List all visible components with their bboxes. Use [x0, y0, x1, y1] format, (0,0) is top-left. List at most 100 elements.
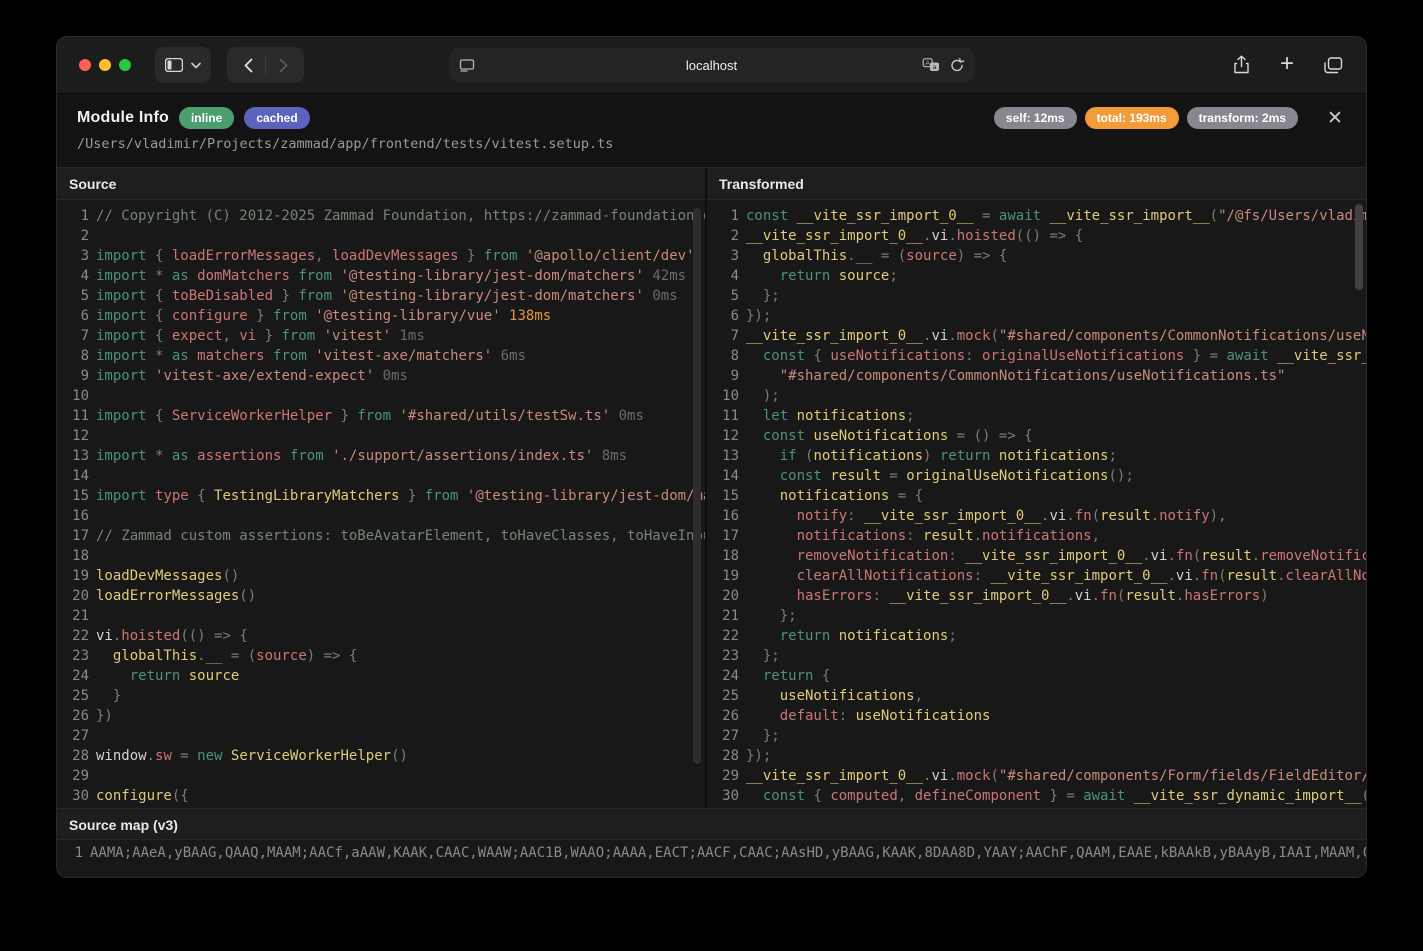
code-line: 13import * as assertions from './support…	[57, 446, 705, 466]
code-line: 25 }	[57, 686, 705, 706]
transformed-pane-title: Transformed	[707, 168, 1366, 200]
code-line: 12 const useNotifications = () => {	[707, 426, 1366, 446]
url-text: localhost	[449, 58, 974, 73]
code-line: 4 return source;	[707, 266, 1366, 286]
code-line: 30configure({	[57, 786, 705, 806]
code-line: 2	[57, 226, 705, 246]
code-line: 1const __vite_ssr_import_0__ = await __v…	[707, 206, 1366, 226]
code-line: 8 const { useNotifications: originalUseN…	[707, 346, 1366, 366]
code-line: 22 return notifications;	[707, 626, 1366, 646]
code-line: 1AAMA;AAeA,yBAAG,QAAQ,MAAM;AACf,aAAW,KAA…	[57, 840, 1366, 866]
code-line: 7import { expect, vi } from 'vitest' 1ms	[57, 326, 705, 346]
code-line: 6import { configure } from '@testing-lib…	[57, 306, 705, 326]
code-line: 11 let notifications;	[707, 406, 1366, 426]
code-line: 10	[57, 386, 705, 406]
code-line: 6});	[707, 306, 1366, 326]
tab-overview-button[interactable]	[1318, 50, 1348, 80]
code-line: 16 notify: __vite_ssr_import_0__.vi.fn(r…	[707, 506, 1366, 526]
code-line: 19loadDevMessages()	[57, 566, 705, 586]
code-line: 20loadErrorMessages()	[57, 586, 705, 606]
code-line: 17// Zammad custom assertions: toBeAvata…	[57, 526, 705, 546]
inline-badge: inline	[179, 107, 234, 129]
code-line: 29__vite_ssr_import_0__.vi.mock("#shared…	[707, 766, 1366, 786]
code-line: 21 };	[707, 606, 1366, 626]
code-line: 17 notifications: result.notifications,	[707, 526, 1366, 546]
code-line: 28});	[707, 746, 1366, 766]
new-tab-button[interactable]: +	[1272, 50, 1302, 80]
source-pane: Source 1// Copyright (C) 2012-2025 Zamma…	[57, 168, 707, 808]
code-line: 27 };	[707, 726, 1366, 746]
cached-badge: cached	[244, 107, 309, 129]
code-line: 1// Copyright (C) 2012-2025 Zammad Found…	[57, 206, 705, 226]
plus-icon: +	[1280, 52, 1294, 76]
sidebar-toggle-group[interactable]	[155, 47, 211, 83]
module-info-header: Module Info inline cached self: 12ms tot…	[57, 94, 1366, 168]
page-icon	[459, 59, 474, 72]
transformed-code[interactable]: 1const __vite_ssr_import_0__ = await __v…	[707, 200, 1366, 808]
code-line: 20 hasErrors: __vite_ssr_import_0__.vi.f…	[707, 586, 1366, 606]
code-line: 2__vite_ssr_import_0__.vi.hoisted(() => …	[707, 226, 1366, 246]
source-pane-title: Source	[57, 168, 705, 200]
code-line: 29	[57, 766, 705, 786]
code-line: 28window.sw = new ServiceWorkerHelper()	[57, 746, 705, 766]
code-line: 25 useNotifications,	[707, 686, 1366, 706]
browser-window: localhost Aa + Module In	[56, 36, 1367, 878]
zoom-window-button[interactable]	[119, 59, 131, 71]
source-code[interactable]: 1// Copyright (C) 2012-2025 Zammad Found…	[57, 200, 705, 808]
code-line: 9import 'vitest-axe/extend-expect' 0ms	[57, 366, 705, 386]
close-window-button[interactable]	[79, 59, 91, 71]
minimize-window-button[interactable]	[99, 59, 111, 71]
code-line: 26})	[57, 706, 705, 726]
module-file-path: /Users/vladimir/Projects/zammad/app/fron…	[77, 136, 1346, 152]
transformed-pane: Transformed 1const __vite_ssr_import_0__…	[707, 168, 1366, 808]
total-time-badge: total: 193ms	[1085, 107, 1179, 129]
address-bar[interactable]: localhost Aa	[449, 48, 974, 82]
share-button[interactable]	[1226, 50, 1256, 80]
sourcemap-pane: 1AAMA;AAeA,yBAAG,QAAQ,MAAM;AACf,aAAW,KAA…	[57, 840, 1366, 878]
code-line: 16	[57, 506, 705, 526]
code-line: 26 default: useNotifications	[707, 706, 1366, 726]
code-line: 19 clearAllNotifications: __vite_ssr_imp…	[707, 566, 1366, 586]
browser-titlebar: localhost Aa +	[57, 37, 1366, 94]
code-line: 24 return {	[707, 666, 1366, 686]
code-line: 21	[57, 606, 705, 626]
code-line: 18 removeNotification: __vite_ssr_import…	[707, 546, 1366, 566]
code-panes: Source 1// Copyright (C) 2012-2025 Zamma…	[57, 168, 1366, 808]
back-button[interactable]	[231, 51, 265, 79]
close-icon[interactable]: ✕	[1324, 107, 1346, 129]
code-line: 30 const { computed, defineComponent } =…	[707, 786, 1366, 806]
transformed-scrollbar[interactable]	[1355, 204, 1363, 290]
translate-icon[interactable]: Aa	[922, 58, 939, 72]
code-line: 27	[57, 726, 705, 746]
code-line: 11import { ServiceWorkerHelper } from '#…	[57, 406, 705, 426]
forward-button[interactable]	[266, 51, 300, 79]
code-line: 14 const result = originalUseNotificatio…	[707, 466, 1366, 486]
sidebar-icon	[165, 58, 183, 72]
nav-button-group	[227, 47, 304, 83]
code-line: 14	[57, 466, 705, 486]
svg-text:a: a	[932, 64, 936, 71]
code-line: 3import { loadErrorMessages, loadDevMess…	[57, 246, 705, 266]
code-line: 8import * as matchers from 'vitest-axe/m…	[57, 346, 705, 366]
code-line: 5import { toBeDisabled } from '@testing-…	[57, 286, 705, 306]
code-line: 5 };	[707, 286, 1366, 306]
source-scrollbar[interactable]	[693, 208, 701, 764]
code-line: 23 globalThis.__ = (source) => {	[57, 646, 705, 666]
code-line: 3 globalThis.__ = (source) => {	[707, 246, 1366, 266]
code-line: 15 notifications = {	[707, 486, 1366, 506]
code-line: 24 return source	[57, 666, 705, 686]
traffic-lights	[79, 59, 131, 71]
reload-icon[interactable]	[949, 58, 964, 73]
code-line: 22vi.hoisted(() => {	[57, 626, 705, 646]
sourcemap-code[interactable]: 1AAMA;AAeA,yBAAG,QAAQ,MAAM;AACf,aAAW,KAA…	[57, 840, 1366, 866]
code-line: 15import type { TestingLibraryMatchers }…	[57, 486, 705, 506]
transform-time-badge: transform: 2ms	[1187, 107, 1298, 129]
code-line: 23 };	[707, 646, 1366, 666]
code-line: 12	[57, 426, 705, 446]
chevron-down-icon	[191, 62, 201, 69]
code-line: 7__vite_ssr_import_0__.vi.mock("#shared/…	[707, 326, 1366, 346]
code-line: 10 );	[707, 386, 1366, 406]
code-line: 18	[57, 546, 705, 566]
sourcemap-title: Source map (v3)	[57, 808, 1366, 840]
page-title: Module Info	[77, 109, 169, 127]
